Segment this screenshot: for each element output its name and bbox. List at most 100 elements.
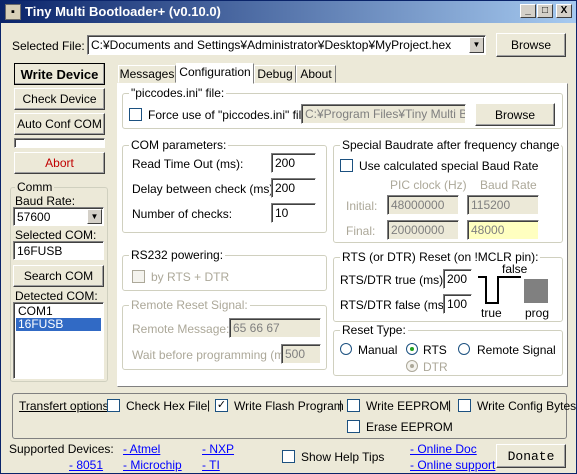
initial-label: Initial: bbox=[346, 199, 378, 213]
wait-prog-input[interactable]: 500 bbox=[281, 344, 321, 364]
initial-clock-input[interactable]: 48000000 bbox=[387, 195, 459, 215]
online-doc-link[interactable]: - Online Doc bbox=[410, 442, 477, 456]
nxp-link[interactable]: - NXP bbox=[202, 442, 234, 456]
show-help-checkbox[interactable] bbox=[282, 450, 295, 463]
remote-reset-group-label: Remote Reset Signal: bbox=[129, 298, 250, 312]
piccodes-group-label: "piccodes.ini" file: bbox=[129, 86, 227, 100]
num-checks-input[interactable]: 10 bbox=[271, 203, 316, 223]
selected-com-input[interactable]: 16FUSB bbox=[13, 241, 104, 260]
close-button[interactable]: X bbox=[556, 4, 572, 18]
rts-false-input[interactable]: 100 bbox=[443, 294, 472, 314]
read-timeout-label: Read Time Out (ms): bbox=[132, 157, 244, 171]
chevron-down-icon[interactable]: ▼ bbox=[87, 209, 102, 224]
window-title: Tiny Multi Bootloader+ (v0.10.0) bbox=[25, 4, 221, 19]
configuration-panel: "piccodes.ini" file: Force use of "picco… bbox=[117, 83, 568, 387]
chevron-down-icon[interactable]: ▼ bbox=[469, 37, 484, 53]
reset-rts-radio[interactable] bbox=[406, 343, 418, 355]
reset-dtr-radio[interactable] bbox=[406, 360, 418, 372]
write-eeprom-label: Write EEPROM bbox=[366, 399, 450, 413]
remote-message-input[interactable]: 65 66 67 bbox=[229, 318, 321, 338]
force-piccodes-label: Force use of "piccodes.ini" file bbox=[148, 108, 308, 122]
rts-true-label: RTS/DTR true (ms): bbox=[340, 273, 447, 287]
force-piccodes-checkbox[interactable] bbox=[129, 108, 142, 121]
rts-dtr-power-checkbox[interactable] bbox=[132, 270, 145, 283]
check-hex-label: Check Hex File bbox=[126, 399, 208, 413]
auto-conf-com-button[interactable]: Auto Conf COM bbox=[14, 113, 105, 135]
reset-remote-label: Remote Signal bbox=[477, 343, 556, 357]
app-icon: ▪ bbox=[5, 4, 21, 20]
abort-button[interactable]: Abort bbox=[14, 152, 105, 174]
write-config-checkbox[interactable] bbox=[458, 399, 471, 412]
write-flash-label: Write Flash Program bbox=[234, 399, 344, 413]
tab-debug[interactable]: Debug bbox=[254, 65, 296, 83]
tab-messages[interactable]: Messages bbox=[118, 65, 176, 83]
baud-rate-label: Baud Rate: bbox=[15, 194, 76, 208]
progress-bar bbox=[14, 138, 105, 148]
num-checks-label: Number of checks: bbox=[132, 207, 233, 221]
maximize-button[interactable]: □ bbox=[537, 4, 553, 18]
remote-message-label: Remote Message: bbox=[132, 322, 230, 336]
use-calc-baud-label: Use calculated special Baud Rate bbox=[359, 159, 539, 173]
main-window: ▪ Tiny Multi Bootloader+ (v0.10.0) _ □ X… bbox=[0, 0, 577, 474]
write-device-button[interactable]: Write Device bbox=[14, 63, 105, 85]
reset-manual-radio[interactable] bbox=[340, 343, 352, 355]
wait-prog-label: Wait before programming (ms): bbox=[132, 348, 298, 362]
diagram-prog-label: prog bbox=[525, 306, 550, 320]
online-support-link[interactable]: - Online support bbox=[410, 458, 495, 472]
piccodes-path-input[interactable]: C:¥Program Files¥Tiny Multi Bootlo bbox=[301, 104, 466, 124]
delay-check-label: Delay between check (ms): bbox=[132, 182, 277, 196]
piccodes-browse-button[interactable]: Browse bbox=[475, 103, 555, 126]
delay-check-input[interactable]: 200 bbox=[271, 178, 316, 198]
write-config-label: Write Config Bytes bbox=[477, 399, 577, 413]
title-bar[interactable]: ▪ Tiny Multi Bootloader+ (v0.10.0) _ □ X bbox=[1, 1, 576, 23]
selected-com-label: Selected COM: bbox=[15, 228, 97, 242]
baud-rate-select[interactable]: 57600 ▼ bbox=[13, 207, 104, 226]
reset-rts-label: RTS bbox=[423, 343, 447, 357]
donate-button[interactable]: Donate bbox=[496, 444, 566, 468]
diagram-false-label: false bbox=[502, 262, 528, 276]
reset-dtr-label: DTR bbox=[423, 360, 448, 374]
pic-clock-header: PIC clock (Hz) bbox=[390, 178, 467, 192]
baud-rate-header: Baud Rate bbox=[480, 178, 537, 192]
baud-rate-value: 57600 bbox=[17, 210, 51, 224]
search-com-button[interactable]: Search COM bbox=[13, 265, 104, 287]
erase-eeprom-label: Erase EEPROM bbox=[366, 420, 453, 434]
final-clock-input[interactable]: 20000000 bbox=[387, 220, 459, 240]
detected-com-label: Detected COM: bbox=[15, 289, 98, 303]
read-timeout-input[interactable]: 200 bbox=[271, 153, 316, 173]
detected-com-list[interactable]: COM1 16FUSB bbox=[13, 302, 104, 379]
separator-1: | bbox=[207, 398, 211, 412]
list-item-16fusb[interactable]: 16FUSB bbox=[16, 318, 101, 331]
ti-link[interactable]: - TI bbox=[202, 458, 220, 472]
rts-true-input[interactable]: 200 bbox=[443, 269, 472, 289]
transfer-options-label[interactable]: Transfert options: bbox=[19, 399, 112, 413]
tab-configuration[interactable]: Configuration bbox=[176, 63, 254, 84]
microchip-link[interactable]: - Microchip bbox=[123, 458, 182, 472]
show-help-label: Show Help Tips bbox=[301, 450, 385, 464]
minimize-button[interactable]: _ bbox=[520, 4, 536, 18]
check-device-button[interactable]: Check Device bbox=[14, 88, 105, 110]
selected-file-dropdown[interactable]: C:¥Documents and Settings¥Administrator¥… bbox=[87, 35, 486, 55]
separator-2: | bbox=[339, 398, 343, 412]
check-hex-checkbox[interactable] bbox=[107, 399, 120, 412]
rts-false-label: RTS/DTR false (ms): bbox=[340, 298, 452, 312]
browse-file-button[interactable]: Browse bbox=[496, 33, 566, 57]
reset-manual-label: Manual bbox=[358, 343, 398, 357]
rs232-group-label: RS232 powering: bbox=[129, 248, 226, 262]
erase-eeprom-checkbox[interactable] bbox=[347, 420, 360, 433]
initial-baud-input[interactable]: 115200 bbox=[467, 195, 539, 215]
write-flash-checkbox[interactable]: ✓ bbox=[215, 399, 228, 412]
reset-remote-radio[interactable] bbox=[458, 343, 470, 355]
final-baud-input[interactable]: 48000 bbox=[467, 220, 539, 240]
rts-dtr-power-label: by RTS + DTR bbox=[151, 270, 230, 284]
8051-link[interactable]: - 8051 bbox=[69, 458, 103, 472]
use-calc-baud-checkbox[interactable] bbox=[340, 159, 353, 172]
separator-3: | bbox=[448, 398, 452, 412]
supported-devices-label: Supported Devices: bbox=[9, 442, 114, 456]
comm-group-label: Comm bbox=[15, 180, 55, 194]
atmel-link[interactable]: - Atmel bbox=[123, 442, 160, 456]
tab-about[interactable]: About bbox=[296, 65, 336, 83]
write-eeprom-checkbox[interactable] bbox=[347, 399, 360, 412]
final-label: Final: bbox=[346, 224, 376, 238]
reset-type-group-label: Reset Type: bbox=[340, 323, 408, 337]
